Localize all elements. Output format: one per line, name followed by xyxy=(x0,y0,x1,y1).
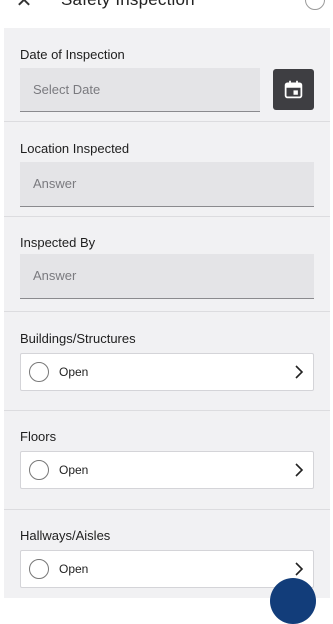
checklist-section: Buildings/Structures Open xyxy=(4,312,330,411)
status-text: Open xyxy=(59,463,89,477)
location-section: Location Inspected Answer xyxy=(4,122,330,217)
chevron-right-icon xyxy=(295,463,304,477)
location-placeholder: Answer xyxy=(33,176,77,191)
chevron-right-icon xyxy=(295,562,304,576)
inspected-by-field[interactable]: Answer xyxy=(20,254,314,299)
checklist-item-card[interactable]: Open xyxy=(20,550,314,588)
date-label: Date of Inspection xyxy=(20,47,125,62)
date-section: Date of Inspection Select Date xyxy=(4,28,330,122)
chevron-right-icon xyxy=(295,365,304,379)
location-field[interactable]: Answer xyxy=(20,162,314,207)
page-title: Safety Inspection xyxy=(61,0,195,10)
inspected-by-section: Inspected By Answer xyxy=(4,217,330,312)
checklist-item-card[interactable]: Open xyxy=(20,353,314,391)
radio-icon[interactable] xyxy=(29,559,49,579)
inspected-by-label: Inspected By xyxy=(20,235,96,250)
inspected-by-placeholder: Answer xyxy=(33,268,77,283)
checklist-item-label: Buildings/Structures xyxy=(20,331,136,346)
checklist-item-card[interactable]: Open xyxy=(20,451,314,489)
status-circle-icon[interactable] xyxy=(305,0,325,10)
date-field[interactable]: Select Date xyxy=(20,68,260,112)
radio-icon[interactable] xyxy=(29,460,49,480)
app-header: ✕ Safety Inspection xyxy=(0,0,333,22)
status-text: Open xyxy=(59,365,89,379)
close-icon[interactable]: ✕ xyxy=(12,0,36,15)
date-placeholder: Select Date xyxy=(33,82,101,97)
calendar-button[interactable] xyxy=(273,69,314,110)
floating-action-button[interactable] xyxy=(270,578,316,624)
checklist-section: Floors Open xyxy=(4,411,330,510)
status-text: Open xyxy=(59,562,89,576)
inspection-form: Date of Inspection Select Date Location … xyxy=(4,28,330,598)
checklist-item-label: Floors xyxy=(20,429,57,444)
location-label: Location Inspected xyxy=(20,141,130,156)
checklist-item-label: Hallways/Aisles xyxy=(20,528,111,543)
radio-icon[interactable] xyxy=(29,362,49,382)
calendar-icon xyxy=(284,80,303,99)
